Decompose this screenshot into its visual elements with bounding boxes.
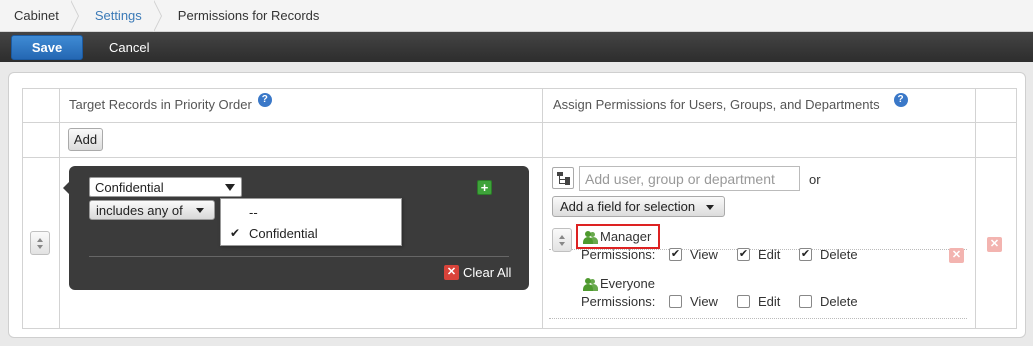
chevron-down-icon [706,205,714,210]
add-field-button[interactable]: Add a field for selection [552,196,725,217]
operator-select[interactable]: includes any of [89,200,215,220]
table-divider [975,89,976,328]
arrow-up-icon [37,237,43,242]
edit-label: Edit [758,294,781,309]
cancel-button[interactable]: Cancel [99,36,159,59]
arrow-up-icon [559,234,565,239]
table-divider [542,89,543,328]
header-target-records-label: Target Records in Priority Order [69,97,252,112]
breadcrumb-separator-icon [69,0,81,32]
operator-select-value: includes any of [96,202,183,218]
row-reorder-handle[interactable] [30,231,50,255]
condition-divider [89,256,509,257]
delete-row-icon[interactable]: ✕ [987,237,1002,252]
org-tree-icon[interactable] [552,167,574,189]
entry-separator [549,318,967,319]
arrow-down-icon [559,241,565,246]
entry-name[interactable]: Everyone [600,276,655,291]
edit-checkbox[interactable]: ✔ [737,248,750,261]
breadcrumb-settings-label: Settings [94,8,142,23]
view-checkbox[interactable]: ✔ [669,248,682,261]
arrow-down-icon [37,244,43,249]
add-field-label: Add a field for selection [560,199,696,214]
breadcrumb-cabinet[interactable]: Cabinet [0,0,81,32]
breadcrumb-current-label: Permissions for Records [177,8,320,23]
permissions-label: Permissions: [581,247,656,262]
dropdown-option-selected[interactable]: ✔ Confidential [221,226,401,241]
group-icon [583,231,598,245]
chevron-down-icon [196,208,204,213]
clear-all-icon[interactable]: ✕ [444,265,459,280]
view-checkbox[interactable] [669,295,682,308]
chevron-down-icon [225,184,235,191]
header-assign-permissions-label: Assign Permissions for Users, Groups, an… [553,97,880,112]
breadcrumb: Cabinet Settings Permissions for Records [0,0,1033,32]
clear-all-button[interactable]: Clear All [463,265,511,280]
delete-label: Delete [820,247,858,262]
table-divider [59,89,60,328]
table-divider [23,157,1016,158]
toolbar: Save Cancel [0,32,1033,62]
add-button[interactable]: Add [68,128,103,151]
delete-checkbox[interactable]: ✔ [799,248,812,261]
header-assign-permissions: Assign Permissions for Users, Groups, an… [553,92,908,112]
header-target-records: Target Records in Priority Order ? [69,92,272,112]
edit-label: Edit [758,247,781,262]
delete-label: Delete [820,294,858,309]
breadcrumb-current: Permissions for Records [164,0,342,32]
permissions-label: Permissions: [581,294,656,309]
field-select[interactable]: Confidential [89,177,242,197]
table-divider [23,122,1016,123]
field-select-value: Confidential [95,179,164,195]
checkmark-icon: ✔ [230,226,241,240]
user-search-placeholder: Add user, group or department [585,170,775,187]
value-dropdown-list: -- ✔ Confidential [220,198,402,246]
delete-checkbox[interactable] [799,295,812,308]
remove-entry-icon[interactable]: ✕ [949,248,964,263]
permissions-panel: Target Records in Priority Order ? Assig… [8,72,1026,338]
help-icon[interactable]: ? [893,92,908,107]
user-search-input[interactable]: Add user, group or department [579,166,800,191]
view-label: View [690,294,718,309]
dropdown-option[interactable]: -- [221,205,401,220]
save-button[interactable]: Save [11,34,83,60]
edit-checkbox[interactable] [737,295,750,308]
entry-name[interactable]: Manager [600,229,651,244]
breadcrumb-settings[interactable]: Settings [81,0,164,32]
view-label: View [690,247,718,262]
dropdown-option-label: Confidential [249,226,318,241]
add-condition-icon[interactable]: + [477,180,492,195]
dropdown-option-label: -- [249,205,258,220]
or-label: or [809,172,821,187]
breadcrumb-cabinet-label: Cabinet [14,8,59,23]
breadcrumb-separator-icon [152,0,164,32]
group-icon [583,278,598,292]
entry-reorder-handle[interactable] [552,228,572,252]
help-icon[interactable]: ? [257,92,272,107]
